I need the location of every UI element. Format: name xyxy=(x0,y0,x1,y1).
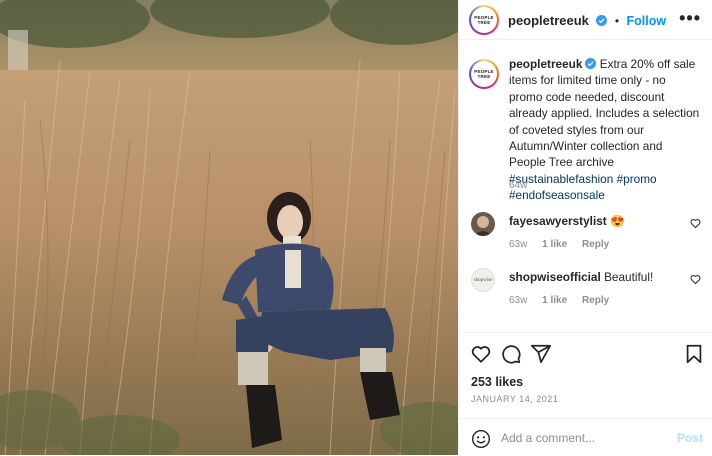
comment-input[interactable] xyxy=(501,427,661,449)
comment-text: fayesawyerstylist 😍 xyxy=(509,214,625,228)
verified-badge-icon xyxy=(585,58,597,69)
like-comment-heart-icon[interactable] xyxy=(690,274,701,285)
profile-avatar[interactable]: PEOPLE TREE xyxy=(469,5,499,35)
comment-icon[interactable] xyxy=(500,343,522,365)
like-comment-heart-icon[interactable] xyxy=(690,218,701,229)
post-photo[interactable] xyxy=(0,0,458,455)
heart-icon[interactable] xyxy=(470,343,492,365)
emoji-icon[interactable] xyxy=(471,429,491,449)
verified-badge-icon xyxy=(596,15,608,26)
reply-button[interactable]: Reply xyxy=(582,239,609,250)
comment-body: Beautiful! xyxy=(604,270,654,284)
likes-count[interactable]: 253 likes xyxy=(471,375,523,389)
separator-dot: • xyxy=(614,14,620,28)
comment-age: 63w xyxy=(509,295,528,306)
caption-username[interactable]: peopletreeuk xyxy=(509,57,582,71)
shopwise-logo[interactable]: shopwise xyxy=(471,268,495,292)
post-date: JANUARY 14, 2021 xyxy=(471,394,559,404)
comment-body: 😍 xyxy=(610,214,625,228)
caption-text: peopletreeuk Extra 20% off sale items fo… xyxy=(509,56,701,204)
caption-body: Extra 20% off sale items for limited tim… xyxy=(509,57,700,170)
caption-avatar[interactable]: PEOPLE TREE xyxy=(469,59,499,89)
comment-age: 63w xyxy=(509,239,528,250)
person-avatar[interactable] xyxy=(471,212,495,236)
more-options-icon[interactable]: ••• xyxy=(679,8,701,29)
comment-likes[interactable]: 1 like xyxy=(542,295,567,306)
bookmark-icon[interactable] xyxy=(683,343,705,365)
comment-username[interactable]: fayesawyerstylist xyxy=(509,214,607,228)
follow-button[interactable]: Follow xyxy=(626,14,666,28)
header-username[interactable]: peopletreeuk xyxy=(508,13,589,28)
comment-meta: 63w 1 like Reply xyxy=(509,239,621,250)
comment-text: shopwiseofficial Beautiful! xyxy=(509,270,653,284)
post-button[interactable]: Post xyxy=(677,431,703,445)
hashtag-promo[interactable]: #promo xyxy=(617,172,657,186)
reply-button[interactable]: Reply xyxy=(582,295,609,306)
comment-likes[interactable]: 1 like xyxy=(542,239,567,250)
action-bar: 253 likes JANUARY 14, 2021 Post xyxy=(459,332,712,456)
people-tree-logo: PEOPLE TREE xyxy=(474,15,494,25)
caption-age: 64w xyxy=(509,180,528,191)
post-header: PEOPLE TREE peopletreeuk • Follow ••• xyxy=(459,0,712,40)
comment-username[interactable]: shopwiseofficial xyxy=(509,270,601,284)
share-icon[interactable] xyxy=(530,343,552,365)
header-user-line: peopletreeuk • Follow xyxy=(508,12,666,30)
add-comment-bar: Post xyxy=(459,418,712,456)
comment-meta: 63w 1 like Reply xyxy=(509,295,621,306)
photo-illustration xyxy=(0,0,458,455)
side-panel: PEOPLE TREE peopletreeuk • Follow ••• PE… xyxy=(458,0,712,455)
people-tree-logo-small: PEOPLE TREE xyxy=(474,69,494,79)
instagram-post: PEOPLE TREE peopletreeuk • Follow ••• PE… xyxy=(0,0,712,455)
